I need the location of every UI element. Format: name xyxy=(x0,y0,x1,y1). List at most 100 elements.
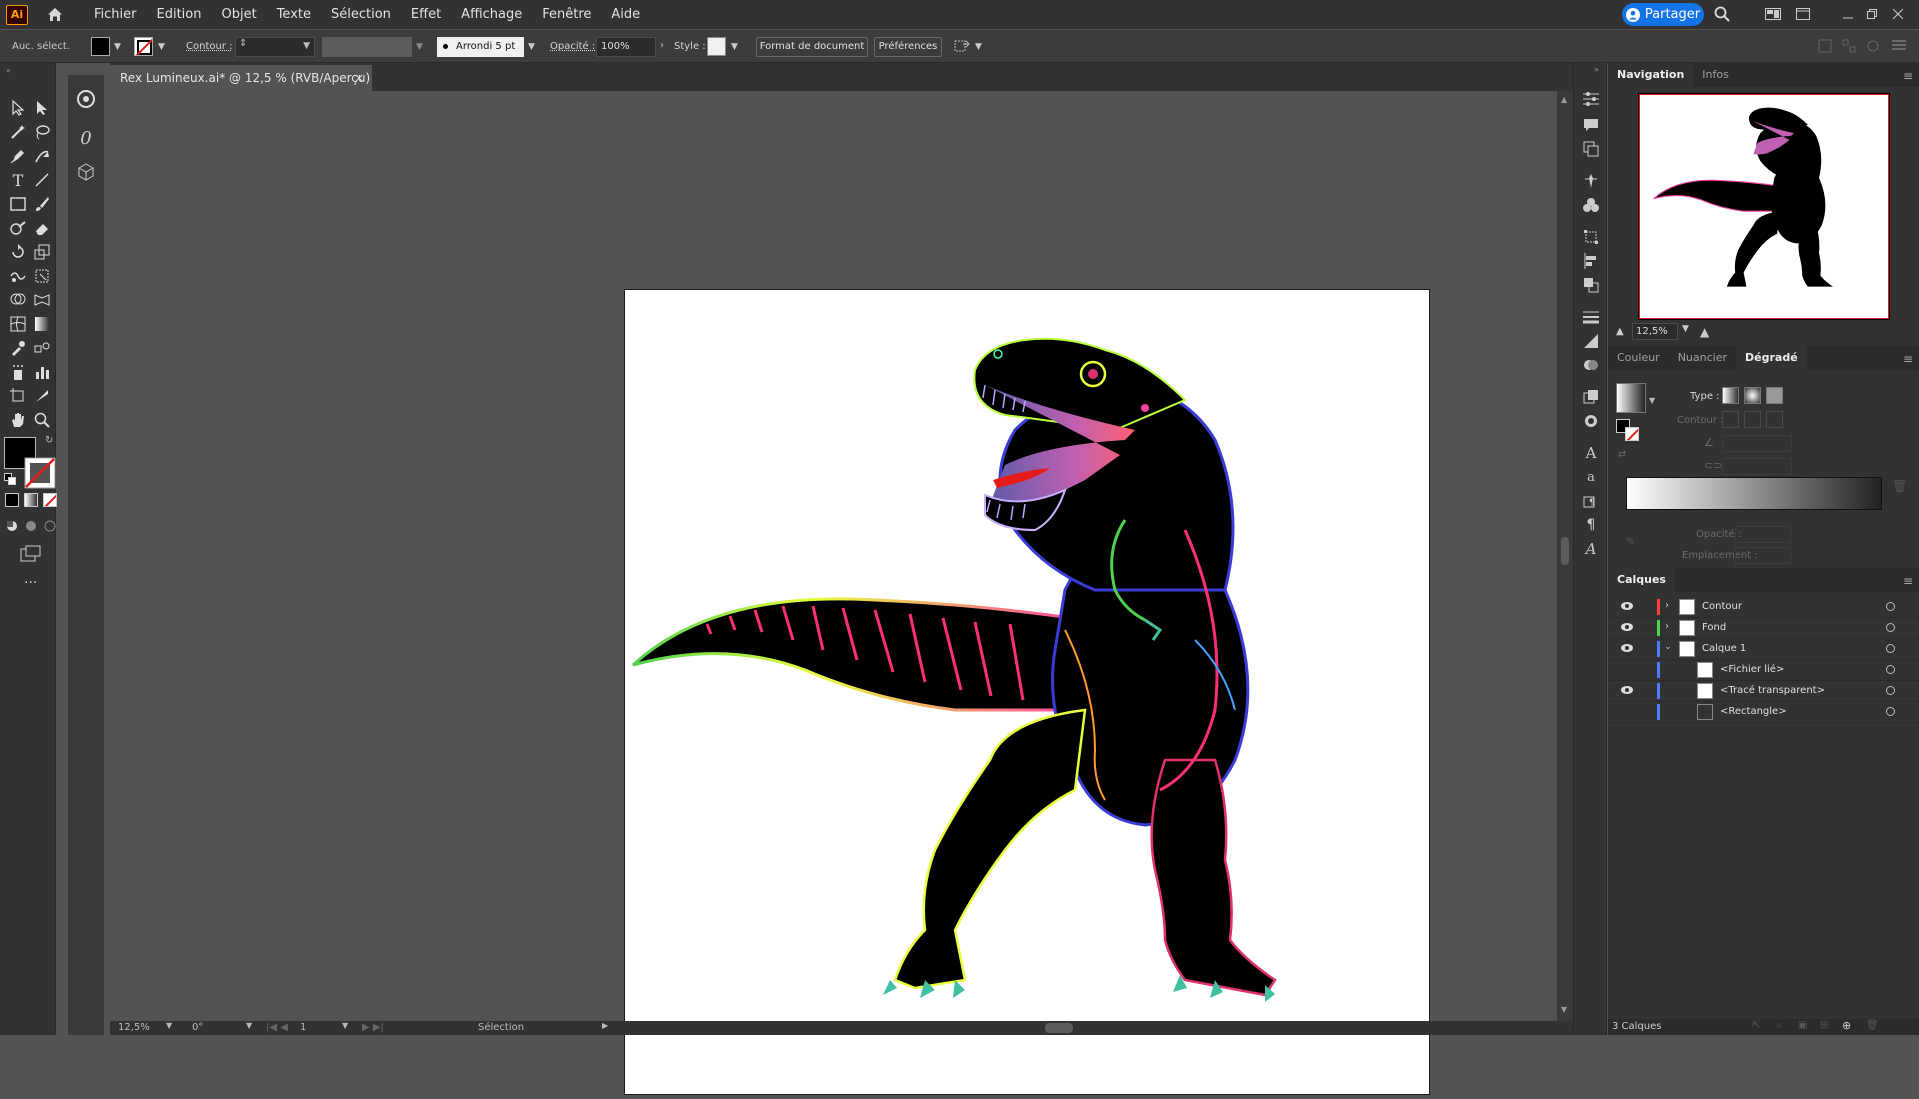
target-icon[interactable] xyxy=(1886,686,1895,695)
arrange-icon[interactable] xyxy=(953,38,971,57)
panel-menu-icon[interactable]: ≡ xyxy=(1903,352,1913,366)
appearance-icon[interactable] xyxy=(1581,387,1601,407)
gradient-preview-swatch[interactable] xyxy=(1616,383,1646,413)
target-icon[interactable] xyxy=(1886,623,1895,632)
rotation-value[interactable]: 0° xyxy=(192,1022,203,1033)
gradient-mode-icon[interactable] xyxy=(24,493,38,507)
rectangle-tool-icon[interactable] xyxy=(6,193,30,215)
navigator-view-box[interactable] xyxy=(1639,94,1889,319)
tab-couleur[interactable]: Couleur xyxy=(1608,346,1669,370)
workspace-icon[interactable] xyxy=(1763,4,1783,24)
visibility-eye-icon[interactable] xyxy=(1620,622,1634,632)
layer-row[interactable]: › Fond xyxy=(1608,618,1919,639)
stroke-weight-input[interactable]: ⇕ ▼ xyxy=(235,37,315,57)
menu-affichage[interactable]: Affichage xyxy=(451,0,532,29)
scroll-down-icon[interactable]: ▼ xyxy=(1561,1005,1567,1014)
collapse-icon[interactable]: « xyxy=(6,66,11,75)
properties-panel-icon[interactable] xyxy=(1581,89,1601,109)
chevron-down-icon[interactable]: ▼ xyxy=(246,1021,252,1030)
more-tools-icon[interactable]: ··· xyxy=(24,575,37,591)
zoom-level[interactable]: 12,5% xyxy=(118,1022,150,1033)
panel-menu-icon[interactable] xyxy=(1892,39,1906,54)
swap-colors-icon[interactable]: ↻ xyxy=(45,435,53,446)
scale-tool-icon[interactable] xyxy=(30,241,54,263)
horizontal-scrollbar-thumb[interactable] xyxy=(1045,1023,1073,1033)
menu-fenetre[interactable]: Fenêtre xyxy=(532,0,601,29)
variable-width-profile[interactable] xyxy=(322,37,412,57)
layer-name[interactable]: <Rectangle> xyxy=(1720,706,1787,717)
cc-libraries-icon[interactable] xyxy=(74,88,98,110)
column-graph-icon[interactable] xyxy=(30,361,54,383)
search-icon[interactable] xyxy=(1712,4,1732,24)
chevron-down-icon[interactable]: ▼ xyxy=(1649,396,1655,405)
tab-calques[interactable]: Calques xyxy=(1608,568,1675,592)
puppet-warp-icon[interactable]: 0 xyxy=(74,127,98,149)
warp-tool-icon[interactable] xyxy=(6,265,30,287)
transform-icon[interactable] xyxy=(1842,39,1856,56)
puppet-icon[interactable] xyxy=(1581,171,1601,191)
type-tool-icon[interactable]: T xyxy=(6,169,30,191)
document-tab[interactable]: Rex Lumineux.ai* @ 12,5 % (RVB/Aperçu) × xyxy=(110,65,372,91)
lasso-icon[interactable] xyxy=(30,121,54,143)
chevron-down-icon[interactable]: ▼ xyxy=(416,42,423,52)
layer-name[interactable]: Calque 1 xyxy=(1702,643,1746,654)
selection-tool-icon[interactable] xyxy=(6,97,30,119)
freeform-gradient-button[interactable] xyxy=(1766,387,1783,404)
canvas-area[interactable] xyxy=(110,91,1565,1095)
vertical-scrollbar[interactable]: ▲ ▼ xyxy=(1557,91,1573,1021)
visibility-eye-icon[interactable] xyxy=(1620,643,1634,653)
stroke-panel-icon[interactable] xyxy=(1581,307,1601,327)
blend-tool-icon[interactable] xyxy=(30,337,54,359)
chevron-down-icon[interactable]: ▼ xyxy=(114,42,121,52)
free-transform-tool-icon[interactable] xyxy=(30,265,54,287)
target-icon[interactable] xyxy=(1886,644,1895,653)
none-mode-icon[interactable] xyxy=(43,493,57,507)
symbols-icon[interactable] xyxy=(1581,195,1601,215)
transparency-icon[interactable] xyxy=(1581,355,1601,375)
magic-wand-icon[interactable] xyxy=(6,121,30,143)
artboard-tool-icon[interactable] xyxy=(6,385,30,407)
tab-navigation[interactable]: Navigation xyxy=(1608,63,1694,87)
align-icon[interactable] xyxy=(1818,39,1832,56)
default-colors-icon[interactable] xyxy=(4,473,16,488)
zoom-out-icon[interactable]: ▲ xyxy=(1616,326,1624,337)
shape-builder-tool-icon[interactable] xyxy=(6,289,30,311)
artboards-panel-icon[interactable] xyxy=(1581,139,1601,159)
minimize-icon[interactable] xyxy=(1838,4,1858,24)
opentype-icon[interactable]: A xyxy=(1581,539,1601,559)
character-icon[interactable]: A xyxy=(1581,443,1601,463)
stroke-swatch[interactable] xyxy=(134,37,153,56)
zoom-tool-icon[interactable] xyxy=(30,409,54,431)
scrollbar-thumb[interactable] xyxy=(1561,537,1569,565)
layer-name[interactable]: Contour xyxy=(1702,601,1742,612)
direct-selection-tool-icon[interactable] xyxy=(30,97,54,119)
layer-name[interactable]: Fond xyxy=(1702,622,1726,633)
opacity-input[interactable]: 100% xyxy=(596,37,656,57)
collapse-chevron-icon[interactable]: ⌄ xyxy=(1664,642,1672,652)
mesh-tool-icon[interactable] xyxy=(6,313,30,335)
character-styles-icon[interactable]: a xyxy=(1581,467,1601,487)
stroke-label[interactable]: Contour : xyxy=(186,38,232,56)
pen-tool-icon[interactable] xyxy=(6,145,30,167)
close-icon[interactable] xyxy=(1888,4,1908,24)
t-rex-artwork[interactable] xyxy=(625,290,1431,1096)
arrange-docs-icon[interactable] xyxy=(1793,4,1813,24)
chevron-right-icon[interactable]: › xyxy=(660,40,664,51)
target-icon[interactable] xyxy=(1886,665,1895,674)
graphic-styles-icon[interactable] xyxy=(1581,411,1601,431)
chevron-down-icon[interactable]: ▼ xyxy=(342,1021,348,1030)
3d-icon[interactable] xyxy=(74,161,98,183)
chevron-down-icon[interactable]: ▼ xyxy=(158,42,165,52)
menu-effet[interactable]: Effet xyxy=(401,0,451,29)
transform-panel-icon[interactable] xyxy=(1581,227,1601,247)
target-icon[interactable] xyxy=(1886,707,1895,716)
hand-tool-icon[interactable] xyxy=(6,409,30,431)
screen-mode-icon[interactable] xyxy=(20,545,42,566)
comments-icon[interactable] xyxy=(1581,115,1601,135)
paragraph-styles-icon[interactable]: ¶ xyxy=(1581,491,1601,511)
perspective-grid-icon[interactable] xyxy=(30,289,54,311)
color-mode-icon[interactable] xyxy=(5,493,19,507)
restore-icon[interactable] xyxy=(1862,4,1882,24)
layer-name[interactable]: <Tracé transparent> xyxy=(1720,685,1825,696)
chevron-down-icon[interactable]: ▼ xyxy=(166,1021,172,1030)
